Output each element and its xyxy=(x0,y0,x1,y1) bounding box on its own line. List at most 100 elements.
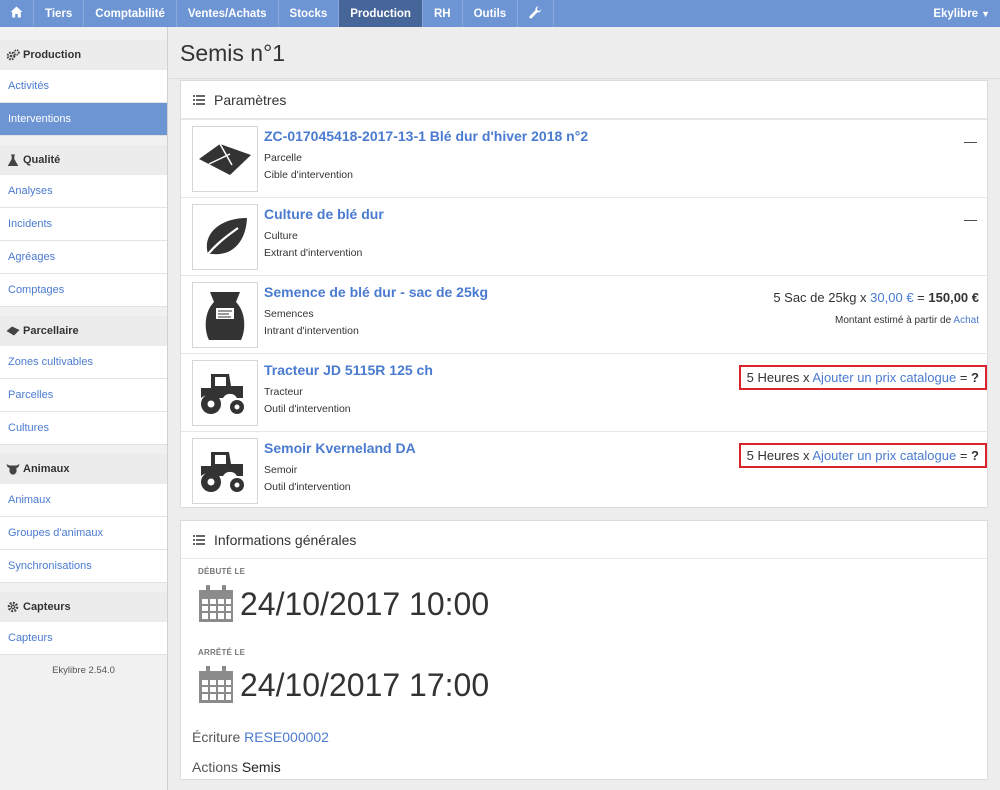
stopped-at: 24/10/2017 17:00 xyxy=(198,666,489,704)
general-info-panel-header[interactable]: Informations générales xyxy=(181,521,987,559)
parameter-row-output: Culture de blé dur Culture Extrant d'int… xyxy=(181,197,989,275)
general-info-panel: Informations générales DÉBUTÉ LE 24/10/2… xyxy=(180,520,988,780)
cow-icon xyxy=(6,462,20,476)
parameter-empty-amount: — xyxy=(964,212,977,227)
sidebar-item-cultures[interactable]: Cultures xyxy=(0,412,167,445)
sidebar-item-agreages[interactable]: Agréages xyxy=(0,241,167,274)
parameter-amount: 5 Sac de 25kg x 30,00 € = 150,00 € xyxy=(773,290,979,305)
nav-outils[interactable]: Outils xyxy=(463,0,519,27)
land-parcel-icon xyxy=(192,126,258,192)
tractor-icon xyxy=(192,360,258,426)
estimate-text: Montant estimé à partir de xyxy=(835,315,952,326)
page-title: Semis n°1 xyxy=(180,40,286,66)
sidebar-group-capteurs: Capteurs xyxy=(0,592,167,622)
unit-price-link[interactable]: 30,00 € xyxy=(870,290,913,305)
sidebar-item-incidents[interactable]: Incidents xyxy=(0,208,167,241)
sidebar-item-synchronisations[interactable]: Synchronisations xyxy=(0,550,167,583)
nav-tiers[interactable]: Tiers xyxy=(34,0,85,27)
sidebar-item-zones-cultivables[interactable]: Zones cultivables xyxy=(0,346,167,379)
app-version: Ekylibre 2.54.0 xyxy=(52,665,115,676)
parameter-role: Extrant d'intervention xyxy=(264,247,363,259)
price-total: ? xyxy=(971,370,979,385)
started-at-label: DÉBUTÉ LE xyxy=(198,567,246,576)
add-catalog-price-link[interactable]: Ajouter un prix catalogue xyxy=(812,370,956,385)
sidebar-group-label: Qualité xyxy=(23,154,61,166)
catalog-price-box: 5 Heures x Ajouter un prix catalogue = ? xyxy=(738,365,987,390)
leaf-icon xyxy=(192,204,258,270)
journal-entry-link[interactable]: RESE000002 xyxy=(244,729,329,745)
caret-down-icon: ▼ xyxy=(981,8,990,19)
title-divider xyxy=(169,78,1000,79)
sidebar-item-capteurs[interactable]: Capteurs xyxy=(0,622,167,655)
sidebar-item-animaux[interactable]: Animaux xyxy=(0,484,167,517)
sidebar-group-label: Animaux xyxy=(23,463,70,475)
sidebar-group-label: Capteurs xyxy=(23,601,71,613)
parameter-role: Outil d'intervention xyxy=(264,481,351,493)
sidebar-item-activites[interactable]: Activités xyxy=(0,70,167,103)
parameter-row-input: Semence de blé dur - sac de 25kg Semence… xyxy=(181,275,989,353)
sidebar-item-groupes-animaux[interactable]: Groupes d'animaux xyxy=(0,517,167,550)
parameter-type: Parcelle xyxy=(264,152,302,164)
wrench-icon xyxy=(529,5,542,22)
parameter-name[interactable]: Semence de blé dur - sac de 25kg xyxy=(264,284,488,300)
sidebar-group-animaux: Animaux xyxy=(0,454,167,484)
parameter-type: Tracteur xyxy=(264,386,303,398)
sidebar-group-qualite: Qualité xyxy=(0,145,167,175)
intervention-actions: Actions Semis xyxy=(192,759,281,775)
parameters-panel: Paramètres ZC-017045418-2017-13-1 Blé du… xyxy=(180,80,989,508)
general-info-panel-title: Informations générales xyxy=(214,531,357,548)
sidebar-item-comptages[interactable]: Comptages xyxy=(0,274,167,307)
nav-ventes-achats[interactable]: Ventes/Achats xyxy=(177,0,279,27)
price-equals: = xyxy=(959,448,968,463)
parameter-row-tool-tractor: Tracteur JD 5115R 125 ch Tracteur Outil … xyxy=(181,353,989,431)
parameter-name[interactable]: Semoir Kverneland DA xyxy=(264,440,416,456)
add-catalog-price-link[interactable]: Ajouter un prix catalogue xyxy=(812,448,956,463)
calendar-icon xyxy=(198,585,234,623)
nav-rh[interactable]: RH xyxy=(423,0,463,27)
top-navbar: Tiers Comptabilité Ventes/Achats Stocks … xyxy=(0,0,1000,27)
sidebar-item-analyses[interactable]: Analyses xyxy=(0,175,167,208)
user-name: Ekylibre xyxy=(933,7,979,20)
nav-stocks[interactable]: Stocks xyxy=(279,0,340,27)
amount-equals: = xyxy=(917,290,925,305)
parameters-panel-title: Paramètres xyxy=(214,91,287,108)
amount-quantity: 5 Sac de 25kg x xyxy=(773,290,867,305)
user-menu[interactable]: Ekylibre ▼ xyxy=(923,0,1000,27)
price-equals: = xyxy=(959,370,968,385)
amount-estimate-note: Montant estimé à partir de Achat xyxy=(835,315,979,326)
nav-comptabilite[interactable]: Comptabilité xyxy=(84,0,177,27)
parameter-role: Intrant d'intervention xyxy=(264,325,359,337)
sidebar-group-parcellaire: Parcellaire xyxy=(0,316,167,346)
parameters-panel-header[interactable]: Paramètres xyxy=(181,81,987,119)
sidebar-item-parcelles[interactable]: Parcelles xyxy=(0,379,167,412)
parameter-name[interactable]: Culture de blé dur xyxy=(264,206,384,222)
sidebar-item-interventions[interactable]: Interventions xyxy=(0,103,167,136)
stopped-at-value: 24/10/2017 17:00 xyxy=(240,666,490,703)
gears-icon xyxy=(6,48,20,62)
estimate-source-link[interactable]: Achat xyxy=(953,315,979,326)
price-quantity: 5 Heures x xyxy=(746,448,810,463)
gear-icon xyxy=(6,600,20,614)
parameter-empty-amount: — xyxy=(964,134,977,149)
price-total: ? xyxy=(971,448,979,463)
land-icon xyxy=(6,324,20,338)
sidebar-group-label: Parcellaire xyxy=(23,325,79,337)
journal-entry-label: Écriture xyxy=(192,729,241,745)
parameter-type: Culture xyxy=(264,230,298,242)
amount-total: 150,00 € xyxy=(928,290,979,305)
parameter-name[interactable]: Tracteur JD 5115R 125 ch xyxy=(264,362,433,378)
nav-settings[interactable] xyxy=(518,0,555,27)
parameter-type: Semences xyxy=(264,308,314,320)
parameter-name[interactable]: ZC-017045418-2017-13-1 Blé dur d'hiver 2… xyxy=(264,128,588,144)
sidebar-group-label: Production xyxy=(23,49,82,61)
list-icon xyxy=(193,534,205,545)
nav-production[interactable]: Production xyxy=(339,0,423,27)
home-button[interactable] xyxy=(0,0,34,27)
parameter-row-target: ZC-017045418-2017-13-1 Blé dur d'hiver 2… xyxy=(181,119,989,197)
home-icon xyxy=(10,6,23,21)
stopped-at-label: ARRÊTÉ LE xyxy=(198,648,246,657)
started-at-value: 24/10/2017 10:00 xyxy=(240,585,490,622)
parameter-role: Cible d'intervention xyxy=(264,169,353,181)
calendar-icon xyxy=(198,666,234,704)
